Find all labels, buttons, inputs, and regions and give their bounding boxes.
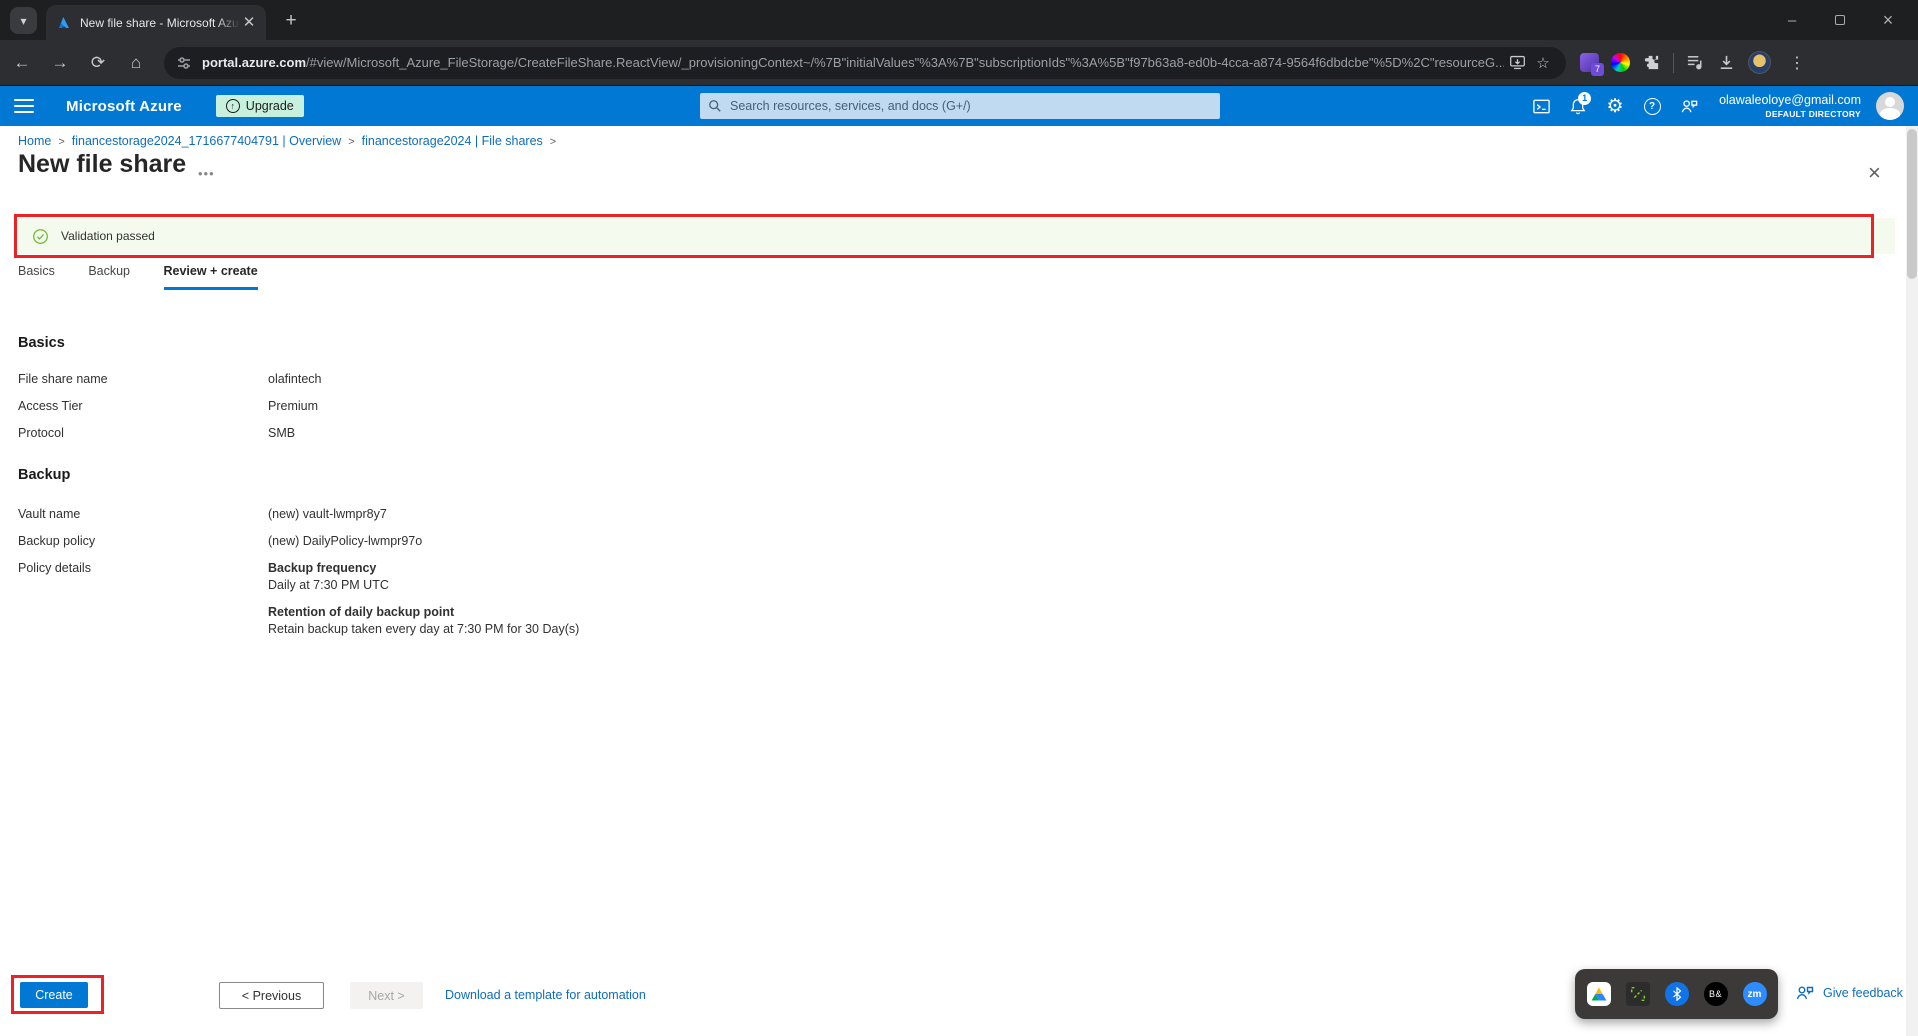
screen-capture-icon[interactable]: [1625, 981, 1651, 1007]
row-vault-name: Vault name (new) vault-lwmpr8y7: [18, 507, 387, 521]
row-policy-details: Policy details Backup frequency: [18, 561, 377, 575]
zoom-app-icon[interactable]: zm: [1742, 981, 1768, 1007]
tab-review-create[interactable]: Review + create: [163, 264, 258, 290]
next-button: Next >: [350, 982, 423, 1009]
create-button[interactable]: Create: [20, 982, 88, 1008]
azure-topbar: Microsoft Azure ↑ Upgrade Search resourc…: [0, 86, 1918, 126]
tab-title: New file share - Microsoft Azure: [80, 15, 240, 30]
close-blade-icon[interactable]: ×: [1868, 162, 1881, 184]
browser-menu-icon[interactable]: ⋮: [1783, 53, 1811, 73]
back-icon[interactable]: ←: [6, 47, 38, 79]
validation-message: Validation passed: [61, 229, 155, 243]
wizard-tabs: Basics Backup Review + create: [18, 264, 288, 290]
basics-heading: Basics: [18, 335, 65, 351]
tab-search-button[interactable]: ▾: [10, 7, 37, 34]
feedback-icon[interactable]: [1674, 91, 1704, 121]
breadcrumb-home[interactable]: Home: [18, 134, 51, 148]
breadcrumb-storage-overview[interactable]: financestorage2024_1716677404791 | Overv…: [72, 134, 341, 148]
scrollbar-thumb[interactable]: [1907, 129, 1917, 279]
floating-dock: B& zm: [1575, 969, 1778, 1019]
browser-tabstrip: ▾ New file share - Microsoft Azure ✕ + –…: [0, 0, 1918, 40]
extension-purple-icon[interactable]: 7: [1580, 53, 1604, 76]
cloud-shell-icon[interactable]: [1526, 91, 1556, 121]
policy-retention-text: Retain backup taken every day at 7:30 PM…: [268, 622, 580, 636]
bang-olufsen-icon[interactable]: B&: [1703, 981, 1729, 1007]
row-access-tier: Access Tier Premium: [18, 399, 319, 413]
restore-icon: [1835, 15, 1845, 25]
azure-search-bar[interactable]: [700, 93, 1220, 119]
page-title: New file share: [18, 150, 187, 178]
row-protocol: Protocol SMB: [18, 426, 296, 440]
close-window-button[interactable]: ×: [1864, 0, 1912, 40]
title-more-icon[interactable]: •••: [198, 166, 215, 181]
row-file-share-name: File share name olafintech: [18, 372, 322, 386]
downloads-icon[interactable]: [1717, 53, 1736, 72]
download-template-link[interactable]: Download a template for automation: [445, 988, 646, 1002]
hamburger-menu-icon[interactable]: [14, 95, 34, 117]
account-directory: DEFAULT DIRECTORY: [1765, 108, 1861, 119]
color-wheel-extension-icon[interactable]: [1611, 53, 1630, 72]
account-info[interactable]: olawaleoloye@gmail.com DEFAULT DIRECTORY: [1719, 93, 1861, 119]
notifications-bell-icon[interactable]: 1: [1563, 91, 1593, 121]
search-icon: [708, 99, 722, 113]
azure-favicon-icon: [56, 15, 72, 31]
feedback-person-icon: [1796, 986, 1814, 1000]
page-content: Home > financestorage2024_1716677404791 | …: [0, 126, 1918, 1036]
policy-frequency-text: Daily at 7:30 PM UTC: [268, 578, 389, 592]
extensions-puzzle-icon[interactable]: [1642, 53, 1661, 72]
tab-basics[interactable]: Basics: [18, 264, 55, 287]
install-app-icon[interactable]: [1504, 50, 1530, 76]
tab-backup[interactable]: Backup: [88, 264, 130, 287]
toolbar-separator: [1673, 52, 1674, 73]
screen: ▾ New file share - Microsoft Azure ✕ + –…: [0, 0, 1918, 1036]
url-text: portal.azure.com/#view/Microsoft_Azure_F…: [202, 55, 1504, 70]
policy-retention-title: Retention of daily backup point: [268, 605, 455, 619]
google-drive-icon[interactable]: [1586, 981, 1612, 1007]
browser-tab[interactable]: New file share - Microsoft Azure ✕: [46, 5, 266, 40]
reload-icon[interactable]: ⟳: [82, 47, 114, 79]
browser-toolbar: ← → ⟳ ⌂ portal.azure.com/#view/Microsoft…: [0, 40, 1918, 86]
new-tab-button[interactable]: +: [278, 8, 304, 34]
row-backup-policy: Backup policy (new) DailyPolicy-lwmpr97o: [18, 534, 423, 548]
upgrade-arrow-icon: ↑: [225, 99, 240, 113]
breadcrumb: Home > financestorage2024_1716677404791 | …: [18, 134, 557, 148]
forward-icon[interactable]: →: [44, 47, 76, 79]
upgrade-button[interactable]: ↑ Upgrade: [215, 95, 304, 117]
extension-badge: 7: [1591, 63, 1604, 76]
extensions-area: 7 ⋮: [1580, 51, 1811, 76]
minimize-button[interactable]: –: [1768, 0, 1816, 40]
azure-topbar-icons: 1 ⚙ ? olawaleoloye@gmail.com DEFAULT DIR…: [1526, 86, 1908, 126]
settings-gear-icon[interactable]: ⚙: [1600, 91, 1630, 121]
validation-banner: Validation passed: [18, 218, 1895, 254]
tab-close-icon[interactable]: ✕: [240, 14, 258, 32]
site-info-icon[interactable]: [176, 55, 192, 71]
previous-button[interactable]: < Previous: [219, 982, 324, 1009]
backup-heading: Backup: [18, 467, 71, 483]
azure-brand[interactable]: Microsoft Azure: [66, 98, 182, 115]
bookmark-star-icon[interactable]: ☆: [1530, 50, 1556, 76]
scrollbar-track: [1906, 126, 1918, 1036]
restore-button[interactable]: [1816, 0, 1864, 40]
check-circle-icon: [32, 228, 49, 245]
breadcrumb-file-shares[interactable]: financestorage2024 | File shares: [362, 134, 543, 148]
search-input[interactable]: [730, 99, 1212, 113]
chevron-down-icon: ▾: [20, 13, 27, 28]
notification-badge: 1: [1578, 92, 1592, 105]
help-icon[interactable]: ?: [1637, 91, 1667, 121]
window-controls: – ×: [1768, 0, 1912, 40]
address-bar[interactable]: portal.azure.com/#view/Microsoft_Azure_F…: [164, 46, 1566, 79]
bluetooth-icon[interactable]: [1664, 981, 1690, 1007]
give-feedback-link[interactable]: Give feedback: [1795, 984, 1903, 1002]
media-controls-icon[interactable]: [1686, 53, 1705, 72]
account-email: olawaleoloye@gmail.com: [1719, 92, 1861, 107]
account-avatar[interactable]: [1876, 92, 1904, 120]
home-icon[interactable]: ⌂: [120, 47, 152, 79]
browser-profile-avatar[interactable]: [1748, 51, 1771, 74]
